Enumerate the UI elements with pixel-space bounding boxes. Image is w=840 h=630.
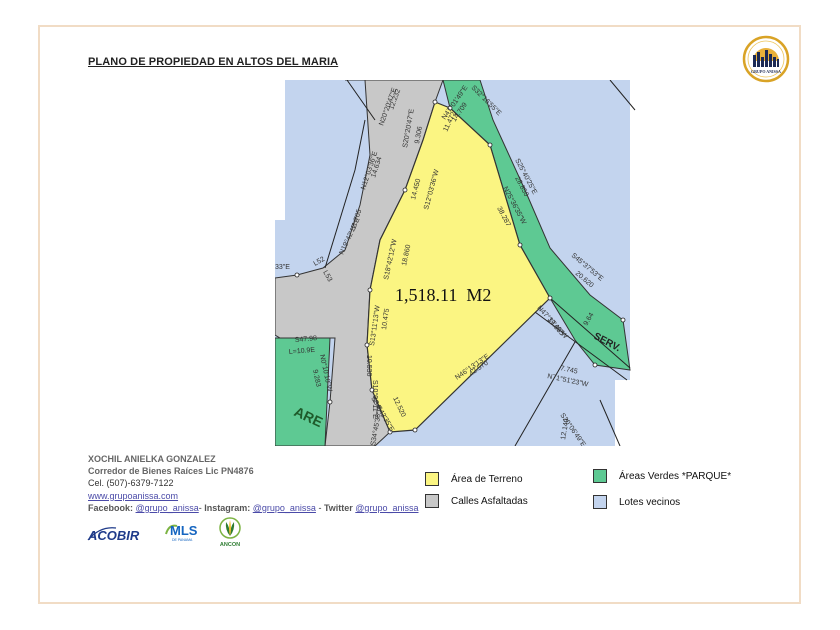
- legend-label: Áreas Verdes *PARQUE*: [619, 470, 732, 482]
- agent-social: Facebook: @grupo_anissa- Instagram: @gru…: [88, 502, 418, 514]
- instagram-label: Instagram:: [204, 502, 251, 513]
- facebook-label: Facebook:: [88, 502, 134, 513]
- legend-swatch: [593, 469, 607, 483]
- separator: -: [315, 502, 324, 513]
- agent-website-link[interactable]: www.grupoanissa.com: [88, 491, 178, 501]
- acobir-logo: ACOBIR: [87, 527, 140, 543]
- legend-item-verdes: Áreas Verdes *PARQUE*: [593, 469, 731, 483]
- agent-info: XOCHIL ANIELKA GONZALEZ Corredor de Bien…: [88, 453, 418, 514]
- page-title: PLANO DE PROPIEDAD EN ALTOS DEL MARIA: [88, 56, 339, 68]
- legend-item-lotes: Lotes vecinos: [593, 495, 680, 509]
- legend-label: Calles Asfaltadas: [451, 495, 528, 507]
- svg-text:ACOBIR: ACOBIR: [87, 528, 140, 543]
- legend-swatch: [425, 494, 439, 508]
- svg-text:DE PANAMA: DE PANAMA: [172, 538, 193, 542]
- svg-text:ANCON: ANCON: [220, 542, 240, 548]
- twitter-label: Twitter: [323, 502, 353, 513]
- bearing-label: 33"E: [275, 264, 290, 271]
- legend-item-calles: Calles Asfaltadas: [425, 494, 528, 508]
- agent-name: XOCHIL ANIELKA GONZALEZ: [88, 454, 216, 464]
- legend-swatch: [425, 472, 439, 486]
- distance-label: 10.530: [365, 355, 372, 377]
- twitter-link[interactable]: @grupo_anissa: [355, 503, 418, 513]
- legend-label: Área de Terreno: [451, 473, 523, 485]
- mls-logo: MLS DE PANAMA: [165, 523, 198, 542]
- survey-plan-map: S20°20'47"E 9.306 N20°20'47"E 12.232 N12…: [275, 80, 640, 446]
- agent-phone: Cel. (507)-6379-7122: [88, 478, 174, 489]
- ancon-logo: ANCON: [219, 517, 241, 548]
- legend-label: Lotes vecinos: [619, 496, 681, 508]
- svg-text:MLS: MLS: [170, 523, 198, 538]
- logo-text: GRUPO ANISSA: [751, 69, 781, 74]
- legend-item-terreno: Área de Terreno: [425, 472, 523, 486]
- instagram-link[interactable]: @grupo_anissa: [253, 503, 316, 513]
- agent-title: Corredor de Bienes Raíces Lic PN4876: [88, 466, 254, 477]
- facebook-link[interactable]: @grupo_anissa: [136, 503, 199, 513]
- grupo-anissa-logo: GRUPO ANISSA: [742, 35, 790, 83]
- area-total-label: 1,518.11 M2: [395, 285, 491, 305]
- legend-swatch: [593, 495, 607, 509]
